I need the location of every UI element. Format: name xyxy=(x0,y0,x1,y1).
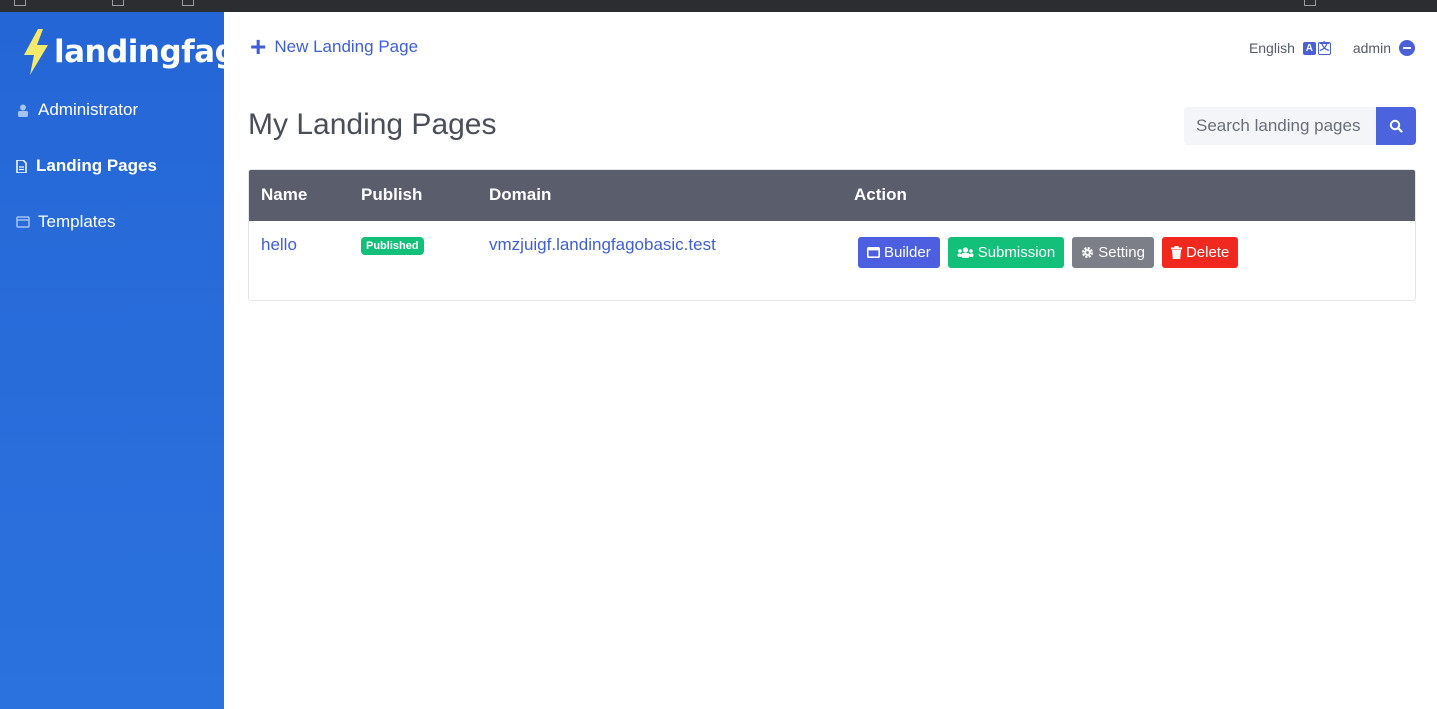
sidebar: landingfago Administrator Landing Pages … xyxy=(0,12,258,709)
sidebar-item-administrator[interactable]: Administrator xyxy=(16,100,138,120)
sidebar-item-label: Landing Pages xyxy=(36,156,157,175)
landing-pages-table: Name Publish Domain Action hello Publish… xyxy=(248,169,1416,301)
delete-button[interactable]: Delete xyxy=(1161,237,1239,268)
language-label: English xyxy=(1248,40,1295,56)
user-label: admin xyxy=(1352,40,1391,56)
column-header-publish: Publish xyxy=(361,185,423,204)
column-header-name: Name xyxy=(261,185,308,204)
search-icon xyxy=(1389,119,1403,133)
users-icon xyxy=(957,246,974,259)
trash-icon xyxy=(1170,246,1182,259)
tab-icon xyxy=(1304,0,1316,6)
main-content: + New Landing Page English A文 admin My L… xyxy=(224,12,1437,709)
tab-icon xyxy=(112,0,124,6)
user-circle-icon xyxy=(1399,40,1415,56)
lightning-bolt-icon xyxy=(24,29,48,75)
landing-page-name-link[interactable]: hello xyxy=(261,235,297,255)
browser-top-strip xyxy=(0,0,1437,12)
row-actions: Builder Submission Setting Delete xyxy=(858,237,1246,268)
sidebar-item-landing-pages[interactable]: Landing Pages xyxy=(14,156,157,176)
table-row: hello Published vmzjuigf.landingfagobasi… xyxy=(249,221,1415,300)
file-icon xyxy=(14,159,28,173)
delete-label: Delete xyxy=(1185,244,1230,261)
user-menu[interactable]: admin xyxy=(1353,40,1415,56)
search-input[interactable] xyxy=(1184,107,1376,145)
builder-label: Builder xyxy=(884,244,931,261)
plus-icon: + xyxy=(250,31,267,62)
search-button[interactable] xyxy=(1376,107,1416,145)
new-landing-page-label: New Landing Page xyxy=(274,37,419,56)
submission-button[interactable]: Submission xyxy=(947,237,1065,268)
user-lock-icon xyxy=(16,103,30,117)
page-title: My Landing Pages xyxy=(248,108,497,141)
setting-button[interactable]: Setting xyxy=(1072,237,1154,268)
sidebar-item-templates[interactable]: Templates xyxy=(16,212,115,232)
window-icon xyxy=(16,215,30,229)
column-header-action: Action xyxy=(854,185,907,204)
table-header: Name Publish Domain Action xyxy=(249,170,1415,221)
column-header-domain: Domain xyxy=(489,185,552,204)
domain-link[interactable]: vmzjuigf.landingfagobasic.test xyxy=(489,235,716,255)
builder-button[interactable]: Builder xyxy=(858,237,940,268)
setting-label: Setting xyxy=(1098,244,1145,261)
gear-icon xyxy=(1081,246,1094,259)
sidebar-item-label: Templates xyxy=(38,212,116,231)
logo[interactable]: landingfago xyxy=(20,28,258,76)
new-landing-page-link[interactable]: + New Landing Page xyxy=(250,31,419,62)
language-selector[interactable]: English A文 xyxy=(1249,40,1331,56)
submission-label: Submission xyxy=(977,244,1056,261)
status-badge: Published xyxy=(361,237,424,255)
sidebar-item-label: Administrator xyxy=(38,100,139,119)
search-bar xyxy=(1184,107,1416,145)
tab-icon xyxy=(14,0,26,6)
header-right: English A文 admin xyxy=(1249,40,1415,56)
translate-icon: A文 xyxy=(1302,41,1331,55)
tab-icon xyxy=(182,0,194,6)
window-icon xyxy=(867,246,880,259)
